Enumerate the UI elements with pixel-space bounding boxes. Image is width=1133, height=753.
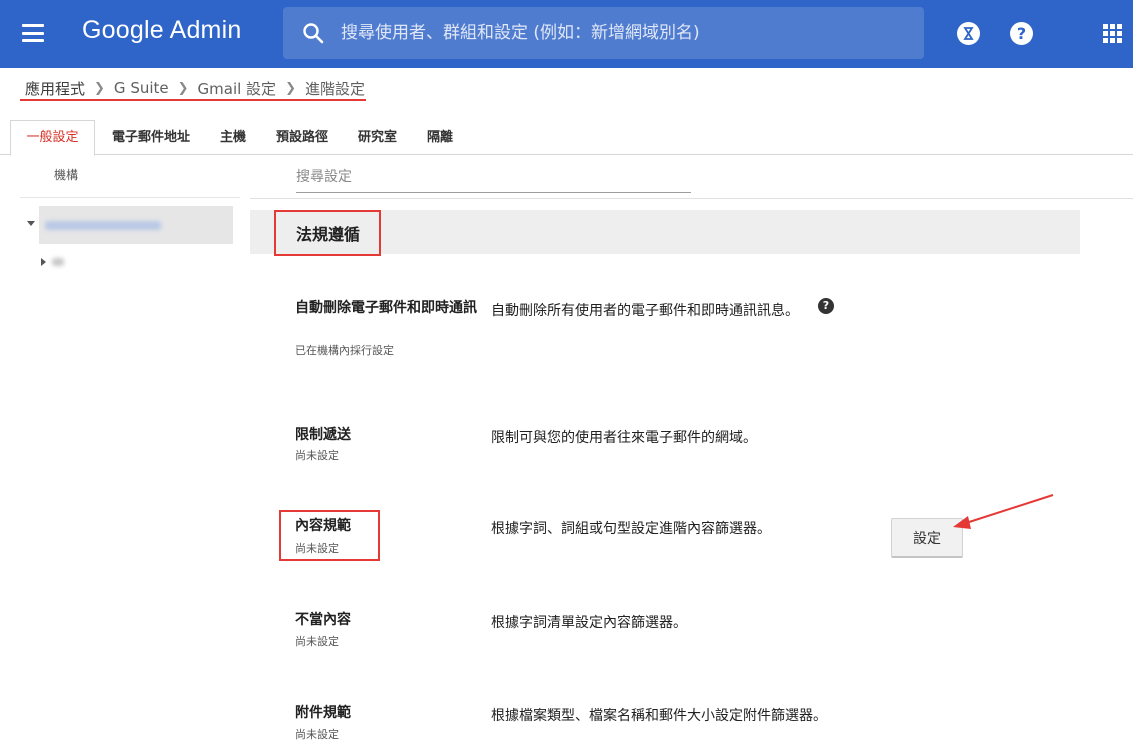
setting-status: 尚未設定: [295, 635, 339, 648]
search-input[interactable]: [341, 7, 901, 59]
collapse-icon[interactable]: [41, 258, 46, 266]
configure-button[interactable]: 設定: [891, 518, 963, 558]
org-tree-child[interactable]: [50, 255, 70, 269]
divider: [20, 197, 240, 198]
setting-description: 根據檔案類型、檔案名稱和郵件大小設定附件篩選器。: [491, 708, 827, 724]
breadcrumb-gsuite[interactable]: G Suite: [114, 79, 169, 97]
setting-status: 尚未設定: [295, 449, 339, 462]
setting-name[interactable]: 不當內容: [295, 609, 485, 631]
tab-email-addresses[interactable]: 電子郵件地址: [103, 120, 199, 155]
search-bar[interactable]: [283, 7, 924, 59]
setting-description: 限制可與您的使用者往來電子郵件的網域。: [491, 430, 757, 446]
tab-quarantine[interactable]: 隔離: [420, 120, 460, 155]
tab-hosts[interactable]: 主機: [213, 120, 253, 155]
annotation-box: [279, 510, 380, 561]
top-app-bar: Google Admin ?: [0, 0, 1133, 68]
setting-description: 自動刪除所有使用者的電子郵件和即時通訊訊息。: [491, 303, 799, 319]
chevron-right-icon: ❯: [177, 80, 189, 96]
tab-default-routing[interactable]: 預設路徑: [268, 120, 336, 155]
chevron-right-icon: ❯: [285, 80, 296, 96]
tab-labs[interactable]: 研究室: [350, 120, 405, 155]
breadcrumb-apps[interactable]: 應用程式: [25, 78, 85, 99]
help-icon[interactable]: ?: [818, 298, 834, 314]
blurred-text: [52, 258, 64, 266]
annotation-underline: [20, 99, 366, 101]
breadcrumb-advanced-settings: 進階設定: [304, 79, 365, 98]
apps-grid-icon[interactable]: [1103, 24, 1122, 43]
setting-name[interactable]: 附件規範: [295, 702, 485, 724]
setting-name[interactable]: 自動刪除電子郵件和即時通訊: [295, 297, 485, 319]
tab-general-settings[interactable]: 一般設定: [10, 120, 95, 156]
setting-status: 已在機構內採行設定: [295, 344, 394, 357]
breadcrumb-gmail-settings[interactable]: Gmail 設定: [198, 78, 277, 99]
app-title[interactable]: Google Admin: [82, 16, 241, 45]
settings-tabs: 一般設定 電子郵件地址 主機 預設路徑 研究室 隔離: [0, 120, 1133, 156]
setting-name[interactable]: 限制遞送: [295, 424, 485, 446]
setting-description: 根據字詞、詞組或句型設定進階內容篩選器。: [491, 521, 771, 537]
blurred-text: [45, 221, 161, 230]
menu-icon[interactable]: [22, 24, 44, 42]
org-tree-root[interactable]: [39, 206, 233, 244]
annotation-box: [274, 210, 381, 256]
hourglass-icon[interactable]: [957, 22, 980, 45]
org-panel-heading: 機構: [54, 168, 79, 182]
search-settings-input[interactable]: [296, 162, 691, 193]
chevron-right-icon: ❯: [94, 80, 105, 96]
setting-status: 尚未設定: [295, 728, 339, 741]
help-icon[interactable]: ?: [1010, 22, 1033, 45]
expand-icon[interactable]: [27, 221, 35, 226]
breadcrumb: 應用程式 ❯ G Suite ❯ Gmail 設定 ❯ 進階設定: [25, 75, 365, 101]
divider: [250, 198, 1133, 199]
search-icon[interactable]: [301, 21, 325, 45]
annotation-arrow: [953, 494, 1054, 529]
setting-description: 根據字詞清單設定內容篩選器。: [491, 615, 687, 631]
